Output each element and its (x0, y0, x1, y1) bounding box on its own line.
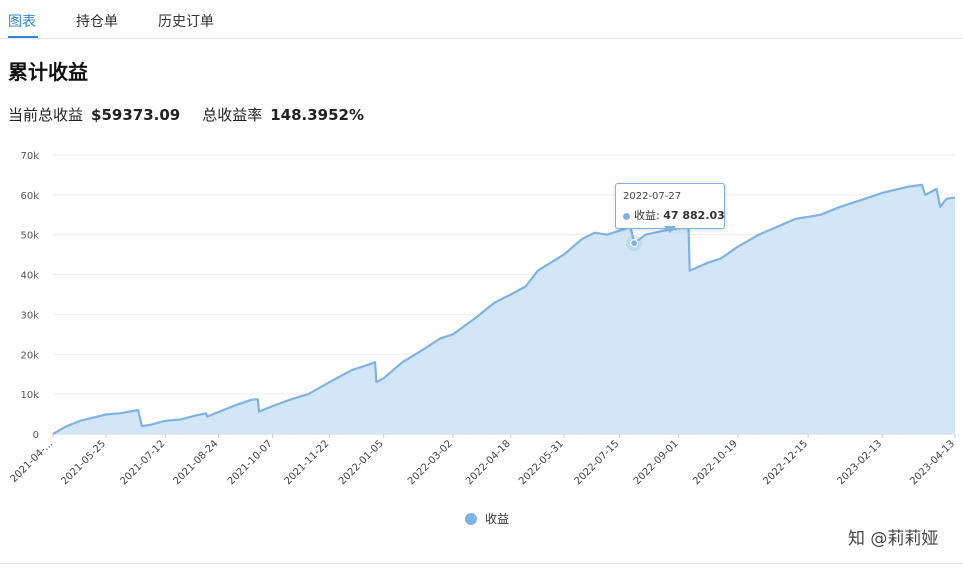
bottom-divider (0, 563, 963, 564)
highlight-point (630, 239, 639, 248)
series-area (53, 184, 955, 434)
tab-chart[interactable]: 图表 (8, 11, 36, 31)
tooltip-series-dot (623, 212, 630, 220)
tooltip-date: 2022-07-27 (623, 191, 682, 202)
watermark: 知 @莉莉娅 (848, 529, 939, 549)
x-tick-label: 2021-08-24 (172, 438, 221, 487)
legend-label: 收益 (485, 512, 510, 526)
x-tick-label: 2021-11-22 (283, 438, 332, 487)
cumulative-profit-chart[interactable]: 0 10k 20k 30k 40k 50k 60k 70k 2021-04-... 2021-05… (0, 140, 963, 500)
x-tick-label: 2023-04-13 (908, 438, 957, 487)
x-tick-label: 2023-02-13 (835, 438, 884, 487)
x-tick-label: 2022-03-02 (406, 438, 455, 487)
x-tick-label: 2022-01-05 (337, 438, 386, 487)
x-tick-label: 2021-05-25 (59, 438, 108, 487)
profit-summary: 当前总收益 $59373.09 总收益率 148.3952% (8, 104, 386, 125)
tooltip-series-label: 收益: (634, 209, 660, 222)
x-tick-label: 2021-10-07 (226, 438, 275, 487)
chart-legend[interactable]: 收益 (465, 510, 509, 527)
y-tick-label: 60k (20, 191, 39, 202)
x-tick-label: 2022-10-19 (691, 438, 740, 487)
chart-tooltip: 2022-07-27 收益: 47 882.03 (615, 183, 725, 229)
x-tick-label: 2022-12-15 (761, 438, 810, 487)
total-rate-label: 总收益率 (202, 106, 263, 124)
active-tab-indicator (8, 36, 38, 38)
tab-positions[interactable]: 持仓单 (76, 11, 118, 31)
x-tick-label: 2021-07-12 (119, 438, 168, 487)
y-tick-label: 0 (33, 430, 39, 441)
total-profit-value: $59373.09 (91, 106, 181, 124)
y-tick-label: 50k (20, 231, 39, 242)
y-tick-label: 10k (20, 390, 39, 401)
x-tick-label: 2021-04-... (8, 438, 55, 485)
tooltip-value: 47 882.03 (663, 209, 725, 222)
legend-swatch (465, 512, 477, 525)
x-tick-label: 2022-05-31 (517, 438, 566, 487)
y-tick-label: 40k (20, 271, 39, 282)
x-tick-label: 2022-07-15 (573, 438, 622, 487)
total-rate-value: 148.3952% (270, 106, 365, 124)
y-tick-label: 20k (20, 350, 39, 361)
tooltip-row: 收益: 47 882.03 (623, 207, 725, 223)
x-tick-label: 2022-04-18 (464, 438, 513, 487)
tab-history-orders[interactable]: 历史订单 (158, 11, 214, 31)
y-tick-label: 70k (20, 151, 39, 162)
tab-bar: 图表 持仓单 历史订单 (0, 0, 963, 39)
page-title: 累计收益 (8, 60, 88, 84)
x-tick-label: 2022-09-01 (632, 438, 681, 487)
tooltip-pointer (664, 226, 676, 233)
y-tick-label: 30k (20, 310, 39, 321)
total-profit-label: 当前总收益 (8, 106, 84, 124)
